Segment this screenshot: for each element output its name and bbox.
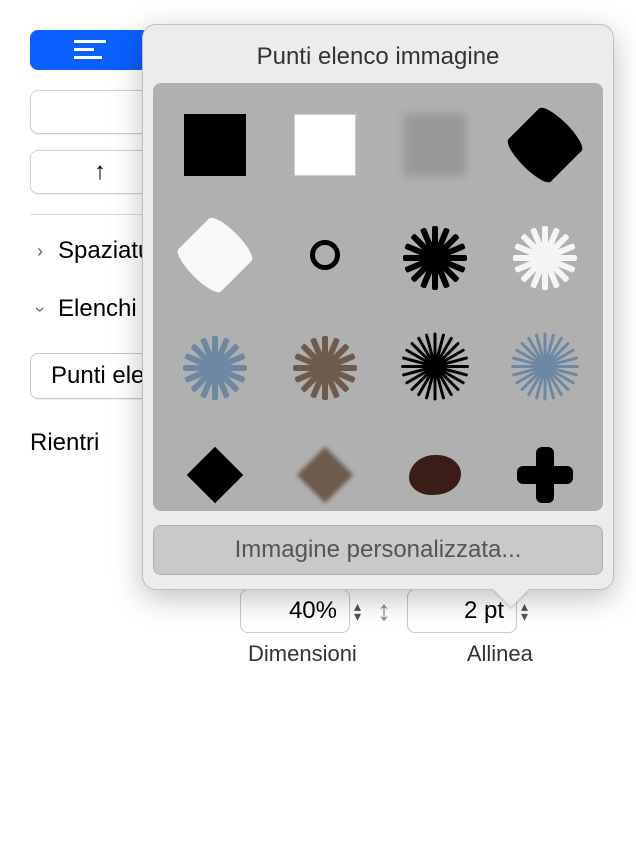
dimensioni-label: Dimensioni [248,641,357,667]
bullet-fourstar-black[interactable] [495,425,595,511]
bullet-ring-black[interactable] [275,205,375,305]
link-vertical-icon[interactable]: ↕ [377,595,391,627]
bullet-square-white[interactable] [275,95,375,195]
bullet-diamond-brown[interactable] [275,425,375,511]
bullet-burst-white[interactable] [495,205,595,305]
bullet-diamond-black[interactable] [165,425,265,511]
bullet-square-grey[interactable] [385,95,485,195]
bullet-quatrefoil-black[interactable] [495,95,595,195]
custom-image-button[interactable]: Immagine personalizzata... [153,525,603,575]
arrow-up-icon: ↑ [94,158,106,186]
align-left-button[interactable] [30,30,150,70]
chevron-right-icon: › [30,241,50,262]
align-left-icon [74,40,106,60]
chevron-down-icon: › [30,299,51,319]
bullet-blob-brown[interactable] [385,425,485,511]
bullet-burst-thin-blue[interactable] [495,315,595,415]
bullet-square-black[interactable] [165,95,265,195]
bullet-quatrefoil-white[interactable] [165,205,265,305]
allinea-label: Allinea [467,641,533,667]
size-input[interactable] [240,589,350,633]
size-stepper[interactable]: ▴▾ [240,589,361,633]
bullet-burst-blue[interactable] [165,315,265,415]
lists-label: Elenchi [58,295,137,323]
bullet-grid [153,83,603,511]
image-bullets-popover: Punti elenco immagine Immagine personali… [142,24,614,590]
bullet-burst-black[interactable] [385,205,485,305]
stepper-arrows[interactable]: ▴▾ [354,601,361,621]
popover-title: Punti elenco immagine [143,25,613,83]
bullet-burst-brown[interactable] [275,315,375,415]
bullet-burst-thin-black[interactable] [385,315,485,415]
